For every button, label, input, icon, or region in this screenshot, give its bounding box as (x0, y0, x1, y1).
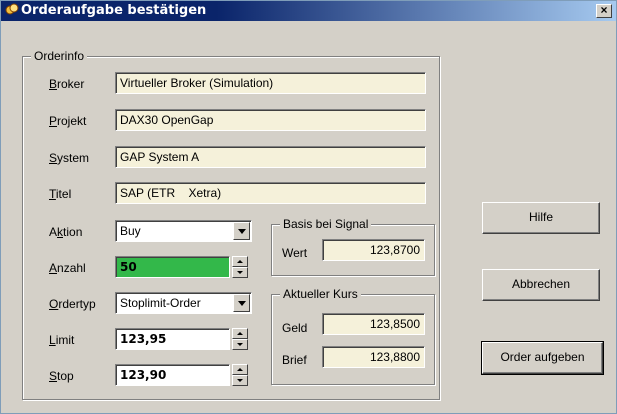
geld-label: Geld (282, 321, 308, 335)
titel-label: Titel (49, 187, 72, 201)
cancel-button[interactable]: Abbrechen (482, 269, 600, 301)
kurs-group: Aktueller Kurs (271, 287, 435, 385)
broker-field: Virtueller Broker (Simulation) (115, 72, 426, 94)
aktion-select[interactable]: Buy (115, 220, 252, 242)
ordertyp-value: Stoplimit-Order (120, 296, 201, 310)
limit-label: Limit (49, 333, 75, 347)
stop-stepper[interactable] (232, 364, 248, 386)
geld-field: 123,8500 (322, 313, 425, 335)
anzahl-stepper[interactable] (232, 256, 248, 278)
app-icon (5, 3, 19, 15)
spin-up-icon[interactable] (232, 256, 248, 267)
projekt-label: Projekt (49, 114, 87, 128)
titel-field: SAP (ETR Xetra) (115, 182, 426, 204)
aktion-label: Aktion (49, 225, 83, 239)
spin-down-icon[interactable] (232, 339, 248, 350)
spin-down-icon[interactable] (232, 267, 248, 278)
aktion-value: Buy (120, 224, 141, 238)
limit-stepper[interactable] (232, 328, 248, 350)
ordertyp-label: Ordertyp (49, 297, 96, 311)
submit-order-button[interactable]: Order aufgeben (481, 341, 604, 375)
broker-label: Broker (49, 77, 85, 91)
dialog-window: Orderaufgabe bestätigen × Orderinfo Brok… (0, 0, 617, 414)
title-bar[interactable]: Orderaufgabe bestätigen × (1, 1, 616, 21)
kurs-legend: Aktueller Kurs (280, 287, 361, 301)
ordertyp-select[interactable]: Stoplimit-Order (115, 292, 252, 314)
spin-up-icon[interactable] (232, 364, 248, 375)
limit-input[interactable]: 123,95 (115, 328, 230, 350)
stop-label: Stop (49, 369, 74, 383)
system-label: System (49, 151, 90, 165)
brief-field: 123,8800 (322, 346, 425, 368)
anzahl-input[interactable]: 50 (115, 256, 230, 278)
projekt-field: DAX30 OpenGap (115, 109, 426, 131)
spin-down-icon[interactable] (232, 375, 248, 386)
orderinfo-legend: Orderinfo (31, 49, 88, 63)
basis-legend: Basis bei Signal (280, 217, 372, 231)
wert-field: 123,8700 (322, 239, 425, 261)
stop-input[interactable]: 123,90 (115, 364, 230, 386)
window-title: Orderaufgabe bestätigen (21, 3, 207, 18)
close-button[interactable]: × (596, 4, 612, 18)
help-button[interactable]: Hilfe (482, 202, 600, 234)
chevron-down-icon[interactable] (233, 294, 250, 312)
wert-label: Wert (282, 246, 308, 260)
system-field: GAP System A (115, 146, 426, 168)
chevron-down-icon[interactable] (233, 222, 250, 240)
brief-label: Brief (282, 353, 307, 367)
anzahl-label: Anzahl (49, 261, 86, 275)
spin-up-icon[interactable] (232, 328, 248, 339)
